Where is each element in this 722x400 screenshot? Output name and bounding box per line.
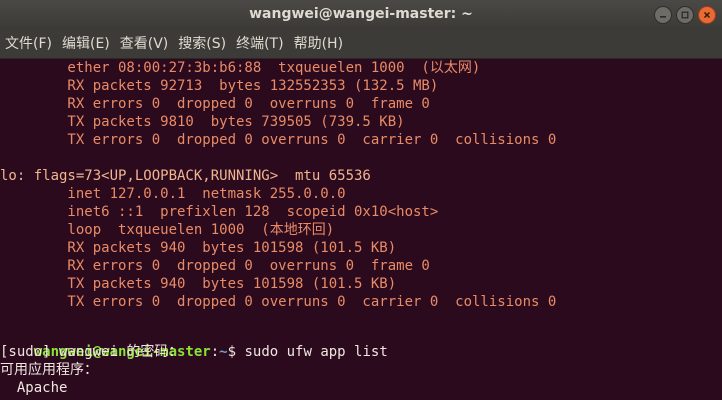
- menu-terminal[interactable]: 终端(T): [231, 30, 288, 58]
- terminal-line: inet 127.0.0.1 netmask 255.0.0.0: [0, 186, 346, 202]
- terminal-line: loop txqueuelen 1000 (本地环回): [0, 222, 335, 238]
- prompt-command: sudo ufw app list: [244, 344, 388, 360]
- title-bar[interactable]: wangwei@wangei-master: ~: [0, 0, 722, 30]
- output-line: 可用应用程序：: [0, 362, 98, 378]
- maximize-icon: [681, 11, 689, 19]
- prompt-colon: :: [210, 344, 220, 360]
- menu-edit[interactable]: 编辑(E): [57, 30, 115, 58]
- minimize-button[interactable]: [654, 6, 672, 24]
- terminal-line: RX packets 940 bytes 101598 (101.5 KB): [0, 240, 397, 256]
- window-controls: [654, 6, 716, 24]
- minimize-icon: [660, 16, 666, 18]
- terminal-line: inet6 ::1 prefixlen 128 scopeid 0x10<hos…: [0, 204, 439, 220]
- close-icon: [703, 11, 711, 19]
- close-button[interactable]: [698, 6, 716, 24]
- terminal-line: RX errors 0 dropped 0 overruns 0 frame 0: [0, 258, 430, 274]
- menu-view[interactable]: 查看(V): [115, 30, 174, 58]
- output-line: [sudo] wangwei 的密码：: [0, 344, 183, 360]
- terminal-line: TX packets 940 bytes 101598 (101.5 KB): [0, 276, 397, 292]
- output-line: Apache: [0, 380, 68, 396]
- menu-file[interactable]: 文件(F): [0, 30, 57, 58]
- terminal-line: TX errors 0 dropped 0 overruns 0 carrier…: [0, 132, 557, 148]
- terminal-line: ether 08:00:27:3b:b6:88 txqueuelen 1000 …: [0, 60, 481, 76]
- prompt-symbol: $: [227, 344, 245, 360]
- terminal-line: lo: flags=73<UP,LOOPBACK,RUNNING> mtu 65…: [0, 168, 371, 184]
- terminal-line: RX packets 92713 bytes 132552353 (132.5 …: [0, 78, 439, 94]
- prompt-line: wangwei@wangei-master:~$ sudo ufw app li…: [0, 325, 388, 360]
- terminal-output[interactable]: ether 08:00:27:3b:b6:88 txqueuelen 1000 …: [0, 59, 722, 400]
- terminal-line: TX errors 0 dropped 0 overruns 0 carrier…: [0, 294, 557, 310]
- window-title: wangwei@wangei-master: ~: [249, 6, 473, 22]
- menu-search[interactable]: 搜索(S): [173, 30, 231, 58]
- menu-help[interactable]: 帮助(H): [289, 30, 348, 58]
- terminal-line: RX errors 0 dropped 0 overruns 0 frame 0: [0, 96, 430, 112]
- prompt-path: ~: [219, 344, 228, 360]
- terminal-line: TX packets 9810 bytes 739505 (739.5 KB): [0, 114, 405, 130]
- maximize-button[interactable]: [676, 6, 694, 24]
- menu-bar: 文件(F) 编辑(E) 查看(V) 搜索(S) 终端(T) 帮助(H): [0, 30, 722, 59]
